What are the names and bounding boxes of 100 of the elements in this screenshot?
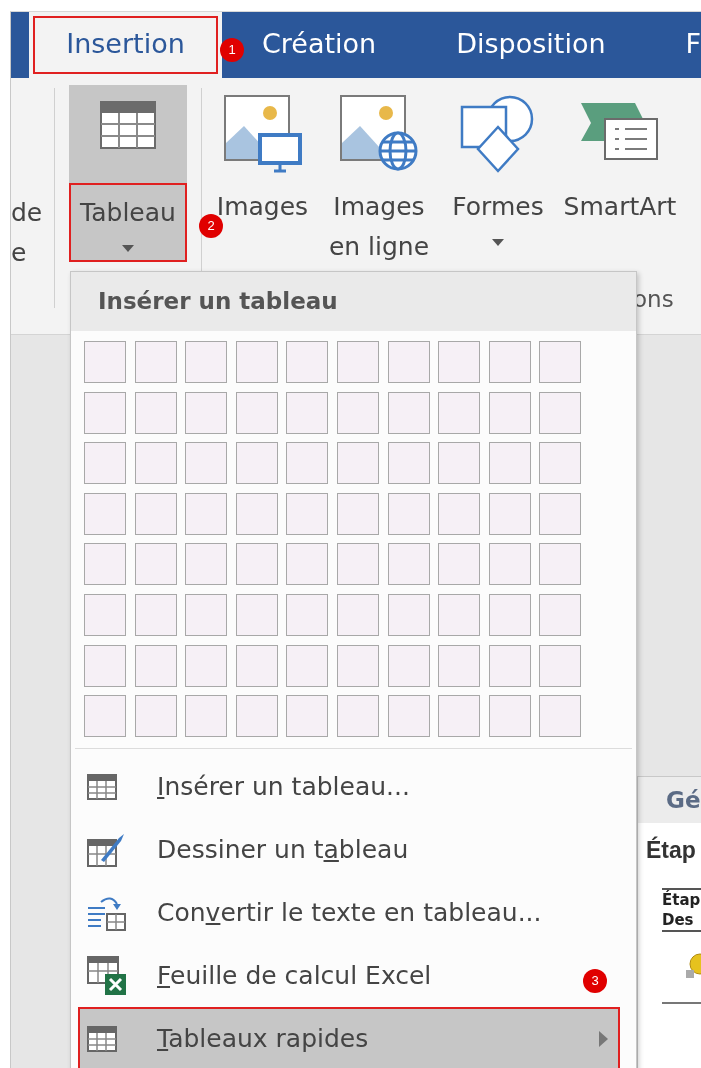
menu-item[interactable]: Convertir le texte en tableau...	[78, 881, 548, 945]
table-size-cell[interactable]	[438, 593, 481, 636]
table-size-cell[interactable]	[185, 543, 228, 586]
table-size-cell[interactable]	[286, 341, 329, 383]
ribbon-tab[interactable]: Création	[262, 12, 377, 78]
table-size-cell[interactable]	[235, 644, 278, 687]
table-size-cell[interactable]	[134, 341, 177, 383]
table-size-cell[interactable]	[134, 695, 177, 738]
table-size-cell[interactable]	[84, 593, 126, 636]
table-size-cell[interactable]	[387, 543, 430, 586]
ribbon-button[interactable]: Images en ligne	[323, 85, 435, 267]
table-size-cell[interactable]	[134, 593, 177, 636]
table-size-cell[interactable]	[185, 391, 228, 434]
table-size-cell[interactable]	[387, 341, 430, 383]
table-size-cell[interactable]	[539, 442, 582, 485]
ribbon-button[interactable]: Tableau	[69, 85, 187, 262]
table-size-cell[interactable]	[488, 695, 531, 738]
table-size-cell[interactable]	[539, 695, 582, 738]
table-size-cell[interactable]	[235, 543, 278, 586]
table-size-cell[interactable]	[286, 543, 329, 586]
table-size-cell[interactable]	[185, 695, 228, 738]
table-size-cell[interactable]	[84, 442, 126, 485]
ribbon-tab[interactable]: Insertion	[29, 12, 222, 78]
table-size-cell[interactable]	[286, 492, 329, 535]
table-size-cell[interactable]	[185, 593, 228, 636]
table-size-cell[interactable]	[286, 391, 329, 434]
table-size-cell[interactable]	[488, 442, 531, 485]
table-size-cell[interactable]	[185, 442, 228, 485]
table-size-cell[interactable]	[539, 341, 582, 383]
table-size-cell[interactable]	[336, 341, 379, 383]
preview-heading: Étap	[645, 835, 696, 864]
table-size-cell[interactable]	[488, 543, 531, 586]
ribbon-button[interactable]: SmartArt	[561, 85, 679, 227]
table-size-cell[interactable]	[387, 593, 430, 636]
table-size-cell[interactable]	[488, 341, 531, 383]
table-size-cell[interactable]	[134, 492, 177, 535]
table-size-cell[interactable]	[336, 492, 379, 535]
table-size-cell[interactable]	[185, 644, 228, 687]
menu-heading: Insérer un tableau	[71, 272, 636, 331]
table-size-cell[interactable]	[488, 391, 531, 434]
table-size-cell[interactable]	[438, 391, 481, 434]
table-size-cell[interactable]	[336, 593, 379, 636]
table-size-cell[interactable]	[84, 644, 126, 687]
table-pencil-icon	[87, 831, 125, 868]
table-size-cell[interactable]	[438, 644, 481, 687]
ribbon-tab[interactable]: Disposition	[456, 12, 606, 78]
table-size-cell[interactable]	[336, 543, 379, 586]
table-size-cell[interactable]	[134, 543, 177, 586]
table-size-cell[interactable]	[539, 593, 582, 636]
table-size-cell[interactable]	[235, 442, 278, 485]
menu-item[interactable]: Feuille de calcul Excel	[78, 944, 438, 1008]
table-size-cell[interactable]	[185, 341, 228, 383]
table-size-cell[interactable]	[134, 391, 177, 434]
table-size-cell[interactable]	[84, 543, 126, 586]
table-size-cell[interactable]	[185, 492, 228, 535]
table-size-cell[interactable]	[235, 492, 278, 535]
menu-item[interactable]: Tableaux rapides	[78, 1007, 620, 1068]
table-size-cell[interactable]	[235, 341, 278, 383]
ribbon-tab[interactable]: F	[685, 12, 701, 78]
table-size-cell[interactable]	[438, 492, 481, 535]
table-size-cell[interactable]	[336, 391, 379, 434]
table-size-cell[interactable]	[539, 543, 582, 586]
table-size-cell[interactable]	[539, 644, 582, 687]
table-size-cell[interactable]	[387, 644, 430, 687]
table-size-cell[interactable]	[84, 391, 126, 434]
table-size-cell[interactable]	[438, 695, 481, 738]
table-size-cell[interactable]	[134, 442, 177, 485]
table-size-cell[interactable]	[488, 492, 531, 535]
table-size-cell[interactable]	[387, 695, 430, 738]
table-size-cell[interactable]	[438, 543, 481, 586]
step-badge: 1	[220, 38, 244, 62]
table-size-cell[interactable]	[286, 695, 329, 738]
table-size-cell[interactable]	[438, 442, 481, 485]
table-size-cell[interactable]	[336, 442, 379, 485]
table-size-cell[interactable]	[387, 492, 430, 535]
picture-monitor-icon	[221, 93, 304, 175]
ribbon-button[interactable]: Formes	[443, 85, 553, 246]
table-size-cell[interactable]	[488, 593, 531, 636]
table-size-cell[interactable]	[438, 341, 481, 383]
table-size-cell[interactable]	[539, 391, 582, 434]
table-icon	[87, 773, 117, 800]
menu-item[interactable]: Dessiner un tableau	[78, 818, 415, 882]
gallery-heading: Gé	[638, 777, 701, 823]
table-size-cell[interactable]	[336, 644, 379, 687]
menu-item[interactable]: Insérer un tableau...	[78, 755, 416, 819]
table-size-cell[interactable]	[84, 341, 126, 383]
table-size-cell[interactable]	[286, 442, 329, 485]
table-size-cell[interactable]	[488, 644, 531, 687]
table-size-cell[interactable]	[336, 695, 379, 738]
table-size-cell[interactable]	[134, 644, 177, 687]
table-size-cell[interactable]	[539, 492, 582, 535]
table-size-cell[interactable]	[387, 442, 430, 485]
table-size-cell[interactable]	[235, 695, 278, 738]
table-size-cell[interactable]	[286, 593, 329, 636]
table-size-cell[interactable]	[84, 492, 126, 535]
table-size-cell[interactable]	[235, 593, 278, 636]
table-size-cell[interactable]	[235, 391, 278, 434]
table-size-cell[interactable]	[84, 695, 126, 738]
table-size-cell[interactable]	[387, 391, 430, 434]
table-size-cell[interactable]	[286, 644, 329, 687]
